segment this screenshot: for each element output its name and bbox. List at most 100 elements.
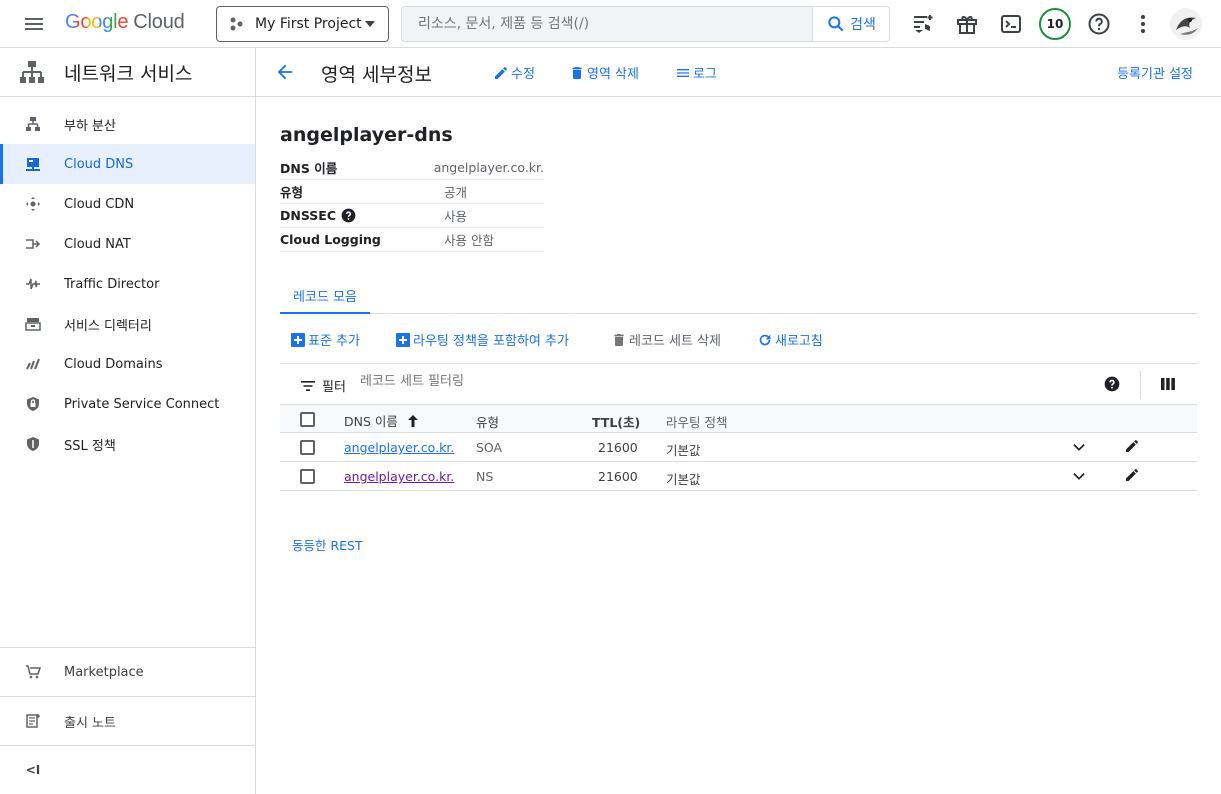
column-header-type[interactable]: 유형 <box>476 412 499 431</box>
column-label: DNS 이름 <box>344 414 398 429</box>
detail-key: DNSSEC <box>280 208 336 223</box>
equivalent-rest-link[interactable]: 동등한 REST <box>292 535 363 554</box>
sidebar-item-label: Cloud NAT <box>64 236 131 252</box>
column-header-dns-name[interactable]: DNS 이름 <box>344 411 420 430</box>
column-header-routing: 라우팅 정책 <box>666 415 728 430</box>
detail-key-dnssec: DNSSEC <box>280 208 444 223</box>
caret-down-icon <box>365 21 375 27</box>
search-button[interactable]: 검색 <box>812 6 890 42</box>
collapse-sidebar-button[interactable]: <I <box>0 746 256 794</box>
help-icon[interactable] <box>341 208 356 223</box>
edit-pencil-icon[interactable] <box>1124 438 1140 454</box>
edit-button[interactable]: 수정 <box>493 63 535 82</box>
sidebar-item-label: Cloud DNS <box>64 156 134 172</box>
avatar[interactable] <box>1170 8 1202 40</box>
row-checkbox[interactable] <box>300 440 315 455</box>
record-routing: 기본값 <box>666 472 701 487</box>
sidebar-item-service-directory[interactable]: 서비스 디렉터리 <box>0 304 255 344</box>
sort-arrow-up-icon <box>407 414 418 427</box>
record-type: NS <box>476 469 494 484</box>
zone-details: DNS 이름 angelplayer.co.kr. 유형 공개 DNSSEC 사… <box>280 156 544 252</box>
gift-icon[interactable] <box>955 12 979 36</box>
expand-chevron-icon[interactable] <box>1070 467 1088 485</box>
expand-chevron-icon[interactable] <box>1070 438 1088 456</box>
service-directory-icon <box>24 315 42 333</box>
help-icon[interactable] <box>1087 12 1111 36</box>
sidebar-item-label: Cloud CDN <box>64 196 135 212</box>
record-name-link[interactable]: angelplayer.co.kr. <box>344 469 454 484</box>
project-name: My First Project <box>255 16 362 32</box>
trial-badge[interactable]: 10 <box>1039 8 1071 40</box>
top-bar: GoogleCloud My First Project 검색 10 <box>0 0 1221 48</box>
sidebar-header: 네트워크 서비스 <box>0 48 255 97</box>
pencil-icon <box>495 66 507 79</box>
more-vert-icon[interactable] <box>1131 12 1155 36</box>
sidebar-item-traffic-director[interactable]: Traffic Director <box>0 264 255 304</box>
delete-records-label: 레코드 세트 삭제 <box>629 334 721 349</box>
private-connect-icon <box>24 395 42 413</box>
refresh-label: 새로고침 <box>775 334 823 349</box>
logs-button[interactable]: 로그 <box>675 63 717 82</box>
domains-icon <box>24 355 42 373</box>
sidebar-item-marketplace[interactable]: Marketplace <box>0 648 256 696</box>
records-toolbar: 표준 추가 라우팅 정책을 포함하여 추가 레코드 세트 삭제 새로고침 <box>280 318 1197 364</box>
terminal-icon[interactable] <box>999 12 1023 36</box>
search-input[interactable] <box>418 16 812 32</box>
dns-icon <box>24 155 42 173</box>
release-notes-icon <box>24 712 42 730</box>
menu-icon[interactable] <box>22 12 46 36</box>
shield-icon <box>24 435 42 453</box>
table-row: angelplayer.co.kr. NS 21600 기본값 <box>280 462 1197 491</box>
sidebar-item-private-service-connect[interactable]: Private Service Connect <box>0 384 255 424</box>
sidebar-item-load-balancing[interactable]: 부하 분산 <box>0 104 255 144</box>
select-all-checkbox[interactable] <box>300 412 315 427</box>
row-checkbox[interactable] <box>300 469 315 484</box>
filter-input[interactable] <box>360 374 760 389</box>
add-routing-button[interactable]: 라우팅 정책을 포함하여 추가 <box>395 330 569 349</box>
detail-value: angelplayer.co.kr. <box>433 160 544 175</box>
load-balancing-icon <box>24 115 42 133</box>
google-cloud-logo[interactable]: Google Cloud <box>65 11 185 34</box>
filter-button[interactable]: 필터 <box>300 376 346 395</box>
registrar-settings-link[interactable]: 등록기관 설정 <box>1117 63 1193 82</box>
table-row: angelplayer.co.kr. SOA 21600 기본값 <box>280 433 1197 462</box>
refresh-button[interactable]: 새로고침 <box>757 330 823 349</box>
table-header: DNS 이름 유형 TTL(초) 라우팅 정책 <box>280 404 1197 433</box>
sidebar-item-ssl-policies[interactable]: SSL 정책 <box>0 424 255 464</box>
back-arrow-icon[interactable] <box>274 61 296 83</box>
search-box[interactable] <box>401 6 813 42</box>
delete-zone-label: 영역 삭제 <box>587 67 639 82</box>
sidebar-item-label: 부하 분산 <box>64 118 116 134</box>
add-standard-button[interactable]: 표준 추가 <box>290 330 360 349</box>
detail-value: 사용 <box>444 209 468 224</box>
sidebar-item-cloud-domains[interactable]: Cloud Domains <box>0 344 255 384</box>
trash-icon <box>614 333 624 346</box>
sidebar-item-label: Traffic Director <box>64 276 160 292</box>
logs-label: 로그 <box>693 67 717 82</box>
record-name-link[interactable]: angelplayer.co.kr. <box>344 440 454 455</box>
delete-records-button[interactable]: 레코드 세트 삭제 <box>611 330 721 349</box>
page-header: 영역 세부정보 수정 영역 삭제 로그 등록기관 설정 <box>256 48 1221 97</box>
help-icon[interactable] <box>1104 376 1120 392</box>
detail-row: Cloud Logging 사용 안함 <box>280 228 544 252</box>
sidebar-item-cloud-dns[interactable]: Cloud DNS <box>0 144 255 184</box>
sidebar-item-cloud-cdn[interactable]: Cloud CDN <box>0 184 255 224</box>
add-box-icon <box>291 332 305 347</box>
records-table: DNS 이름 유형 TTL(초) 라우팅 정책 angelplayer.co.k… <box>280 404 1197 491</box>
delete-zone-button[interactable]: 영역 삭제 <box>569 63 639 82</box>
detail-row: DNS 이름 angelplayer.co.kr. <box>280 156 544 180</box>
tab-record-sets[interactable]: 레코드 모음 <box>280 278 370 314</box>
sidebar-item-cloud-nat[interactable]: Cloud NAT <box>0 224 255 264</box>
sidebar-item-label: Marketplace <box>64 664 144 680</box>
column-display-icon[interactable] <box>1161 377 1175 391</box>
announcement-icon[interactable] <box>911 12 935 36</box>
sidebar-footer: Marketplace <box>0 647 256 696</box>
project-selector[interactable]: My First Project <box>216 6 389 42</box>
sidebar-item-label: Private Service Connect <box>64 396 220 412</box>
column-header-ttl[interactable]: TTL(초) <box>592 412 640 431</box>
search-button-label: 검색 <box>850 17 876 33</box>
edit-pencil-icon[interactable] <box>1124 467 1140 483</box>
record-type: SOA <box>476 440 503 455</box>
sidebar-title: 네트워크 서비스 <box>64 62 193 85</box>
sidebar-item-release-notes[interactable]: 출시 노트 <box>0 697 256 745</box>
